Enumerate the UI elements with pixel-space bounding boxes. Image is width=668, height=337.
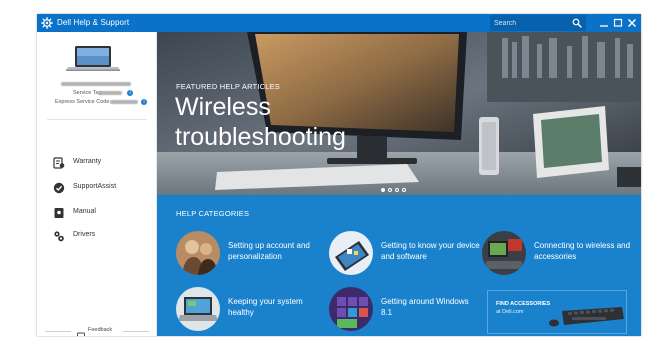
sidebar-item-warranty[interactable]: Warranty: [51, 154, 151, 170]
app-title: Dell Help & Support: [57, 18, 130, 27]
express-service-code-info-icon[interactable]: i: [141, 99, 147, 105]
app-window: Dell Help & Support Search Service Tag i…: [37, 14, 641, 336]
carousel-dot[interactable]: [395, 188, 399, 192]
carousel-dot[interactable]: [388, 188, 392, 192]
people-photo-icon: [176, 231, 220, 275]
feedback-divider-left: [45, 331, 71, 332]
carousel-dots: [381, 179, 409, 192]
category-label: Connecting to wireless and accessories: [534, 241, 631, 261]
category-label: Setting up account and personalization: [228, 241, 310, 261]
category-label: Keeping your system healthy: [228, 297, 303, 317]
dell-support-logo-icon: [41, 17, 53, 29]
service-tag-info-icon[interactable]: i: [127, 90, 133, 96]
category-label: Getting around Windows 8.1: [381, 297, 469, 317]
find-accessories-subtitle: at Dell.com: [496, 309, 524, 315]
sidebar: Service Tag i Express Service Code i War…: [37, 32, 157, 336]
warranty-icon: [53, 156, 65, 169]
help-categories-panel: HELP CATEGORIES Setting up account and p…: [157, 195, 641, 336]
feedback-row: Feedback: [37, 326, 156, 336]
keyboard-mouse-image: [548, 305, 624, 329]
sidebar-item-drivers[interactable]: Drivers: [51, 227, 151, 243]
feedback-divider-right: [123, 331, 149, 332]
featured-article-title[interactable]: Wireless troubleshooting: [175, 92, 435, 152]
sidebar-item-label: SupportAssist: [73, 183, 117, 190]
main-content: FEATURED HELP ARTICLES Wireless troubles…: [157, 32, 641, 336]
search-box[interactable]: [490, 15, 586, 31]
find-accessories-title: FIND ACCESSORIES: [496, 301, 551, 307]
minimize-icon[interactable]: [597, 16, 611, 30]
express-service-code-label: Express Service Code: [55, 99, 110, 105]
tablet-photo-icon: [329, 231, 373, 275]
laptop-icon: [64, 45, 122, 71]
sidebar-item-manual[interactable]: Manual: [51, 204, 151, 220]
category-label: Getting to know your device and software: [381, 241, 480, 261]
carousel-dot[interactable]: [381, 188, 385, 192]
feedback-button[interactable]: Feedback: [75, 326, 119, 336]
carousel-dot[interactable]: [402, 188, 406, 192]
sidebar-item-label: Drivers: [73, 231, 96, 238]
router-photo-icon: [482, 231, 526, 275]
sidebar-item-label: Warranty: [73, 158, 102, 165]
featured-article-banner[interactable]: FEATURED HELP ARTICLES Wireless troubles…: [157, 32, 641, 195]
find-accessories-link[interactable]: FIND ACCESSORIES at Dell.com: [487, 290, 627, 334]
supportassist-icon: [53, 181, 65, 194]
laptop-photo-icon: [176, 287, 220, 331]
feedback-icon: [77, 327, 85, 336]
search-icon[interactable]: [572, 18, 582, 28]
title-bar: Dell Help & Support: [37, 14, 641, 32]
search-input[interactable]: [494, 17, 564, 29]
category-account-personalization[interactable]: Setting up account and personalization: [176, 231, 326, 277]
sidebar-item-label: Manual: [73, 208, 96, 215]
category-system-health[interactable]: Keeping your system healthy: [176, 287, 326, 333]
windows-tiles-photo-icon: [329, 287, 373, 331]
help-categories-heading: HELP CATEGORIES: [176, 209, 250, 218]
sidebar-divider: [47, 119, 147, 120]
device-name-redacted: [61, 82, 131, 86]
drivers-icon: [53, 229, 65, 242]
express-service-code-value-redacted: [110, 100, 138, 104]
category-wireless-accessories[interactable]: Connecting to wireless and accessories: [482, 231, 632, 277]
manual-icon: [53, 206, 65, 218]
category-windows[interactable]: Getting around Windows 8.1: [329, 287, 479, 333]
category-device-software[interactable]: Getting to know your device and software: [329, 231, 480, 277]
featured-articles-label: FEATURED HELP ARTICLES: [176, 82, 281, 91]
feedback-label: Feedback: [88, 327, 113, 333]
maximize-icon[interactable]: [611, 16, 625, 30]
sidebar-item-supportassist[interactable]: SupportAssist: [51, 179, 151, 195]
close-icon[interactable]: [625, 16, 639, 30]
service-tag-value-redacted: [98, 91, 122, 95]
